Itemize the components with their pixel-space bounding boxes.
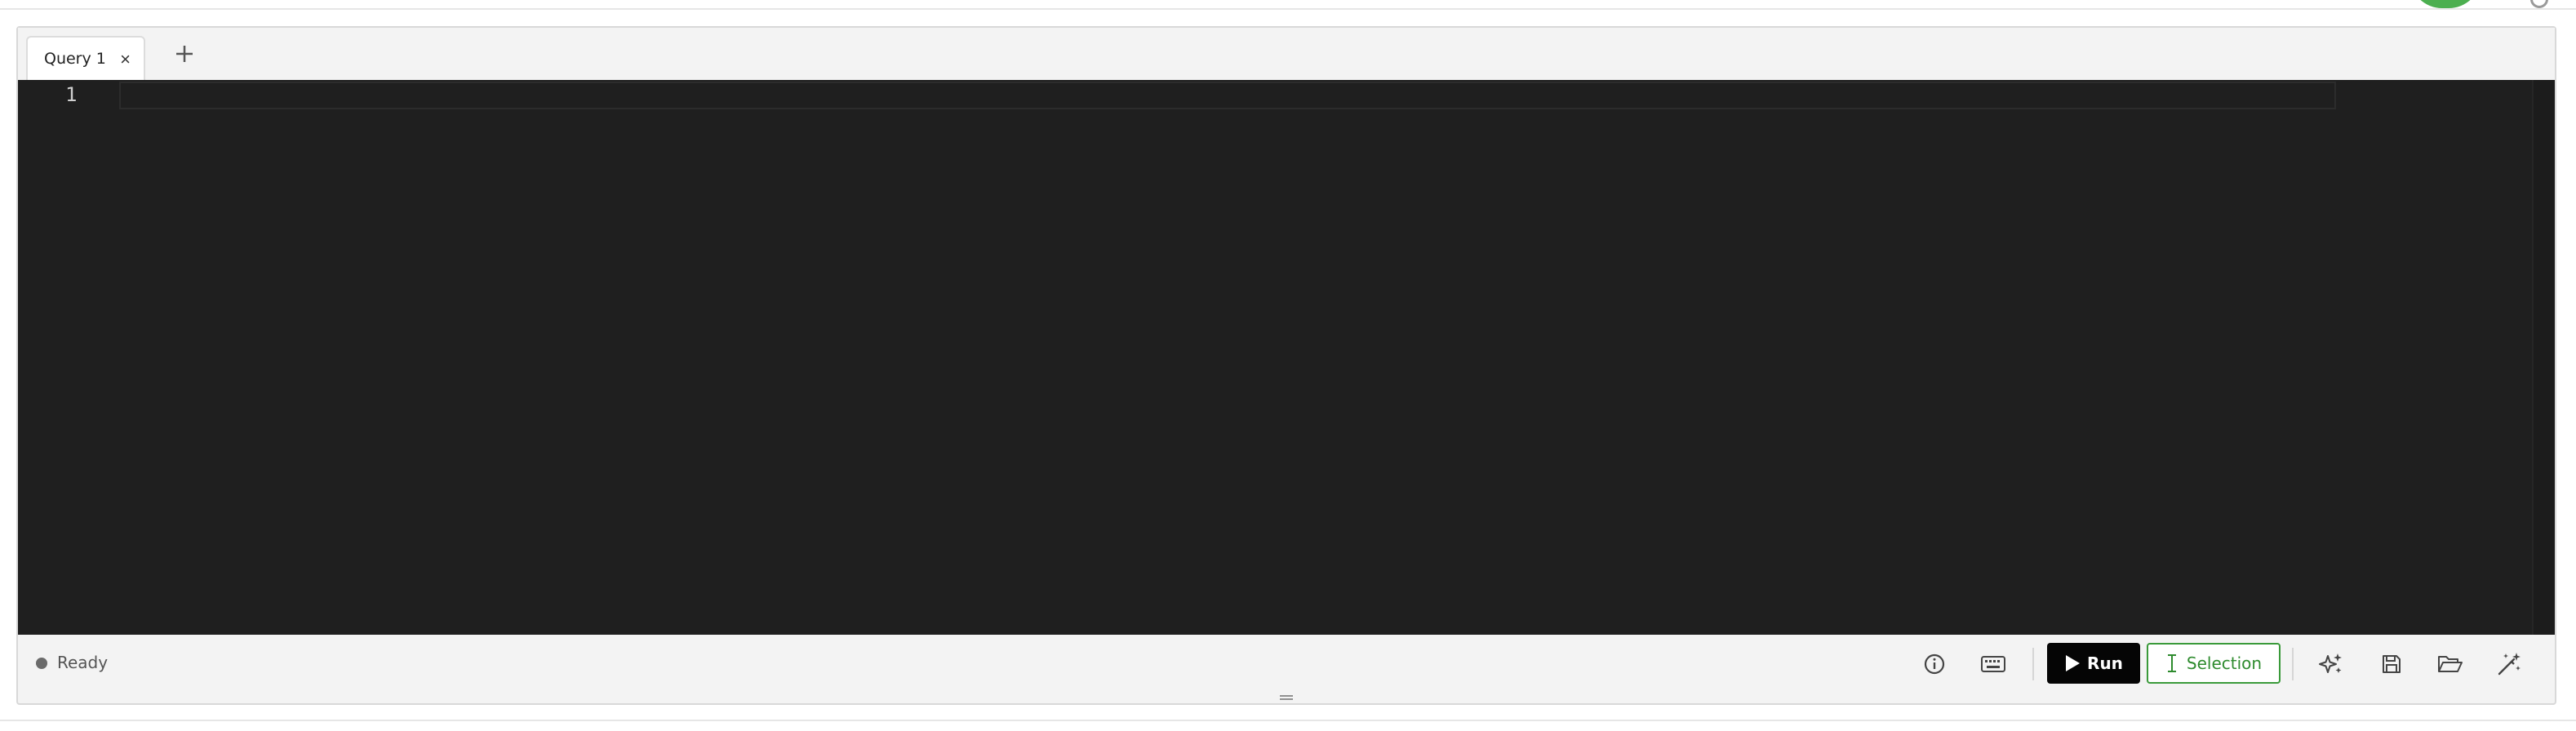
code-editor[interactable]: 1 <box>18 80 2555 635</box>
text-cursor-icon <box>2167 654 2176 672</box>
tab-label: Query 1 <box>44 50 106 68</box>
status-bar: Ready Run Selection <box>18 635 2555 690</box>
run-button[interactable]: Run <box>2047 643 2140 684</box>
save-query-button[interactable] <box>2374 648 2409 680</box>
drag-handle-icon <box>1280 695 1293 700</box>
top-strip <box>0 0 2576 10</box>
save-icon <box>2383 655 2401 673</box>
close-tab-icon[interactable]: × <box>120 49 131 70</box>
run-selection-button[interactable]: Selection <box>2147 643 2281 684</box>
tab-bar: Query 1 × <box>18 28 2555 80</box>
toolbar-separator <box>2032 648 2034 680</box>
line-number: 1 <box>65 83 78 106</box>
query-editor-panel: Query 1 × 1 Ready Run Selection <box>16 26 2556 705</box>
sparkles-icon <box>2319 653 2342 673</box>
status-indicator <box>36 658 47 669</box>
active-line-highlight[interactable] <box>119 82 2336 109</box>
tab-query-1[interactable]: Query 1 × <box>26 36 145 80</box>
magic-wand-icon <box>2498 653 2520 676</box>
page-divider <box>0 720 2576 721</box>
ai-assist-button[interactable] <box>2313 648 2349 680</box>
keyboard-icon <box>1981 656 2005 672</box>
info-icon <box>1924 653 1945 675</box>
info-button[interactable] <box>1916 648 1952 680</box>
panel-resize-handle[interactable] <box>18 690 2555 705</box>
run-label: Run <box>2087 653 2123 673</box>
plus-icon <box>176 46 193 62</box>
selection-label: Selection <box>2186 653 2263 673</box>
play-icon <box>2066 655 2081 671</box>
open-query-button[interactable] <box>2432 648 2468 680</box>
status-text: Ready <box>57 653 109 672</box>
folder-open-icon <box>2438 656 2463 672</box>
add-tab-button[interactable] <box>170 39 199 69</box>
toolbar-separator <box>2292 648 2294 680</box>
editor-scrollbar[interactable] <box>2532 80 2555 635</box>
keyboard-shortcuts-button[interactable] <box>1975 648 2011 680</box>
format-query-button[interactable] <box>2491 648 2527 680</box>
